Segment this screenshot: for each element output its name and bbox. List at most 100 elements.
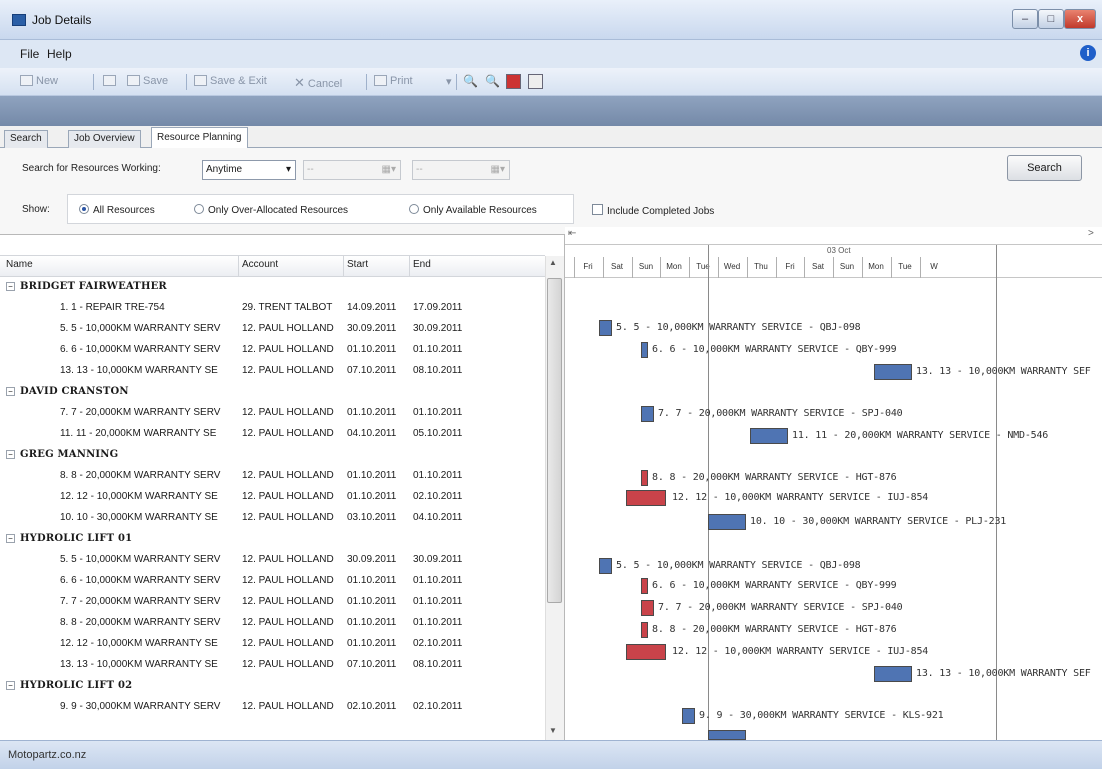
table-row[interactable]: 10. 10 - 30,000KM WARRANTY SE 12. PAUL HO… <box>0 508 545 529</box>
cell-start: 01.10.2011 <box>347 407 397 418</box>
cell-name: 13. 13 - 10,000KM WARRANTY SE <box>60 659 218 670</box>
table-row[interactable]: 9. 9 - 30,000KM WARRANTY SERV 12. PAUL HO… <box>0 697 545 718</box>
menu-help[interactable]: Help <box>47 47 72 61</box>
zoom-out-icon[interactable]: 🔍 <box>485 74 500 89</box>
new-label: New <box>36 75 59 87</box>
table-row[interactable]: 13. 13 - 10,000KM WARRANTY SE 12. PAUL HO… <box>0 361 545 382</box>
tab-search[interactable]: Search <box>4 130 48 148</box>
group-row[interactable]: − BRIDGET FAIRWEATHER <box>0 277 545 298</box>
date-from-picker[interactable]: -- ▦▾ <box>303 160 401 180</box>
day-label: Sun <box>839 262 855 271</box>
radio-all-resources[interactable]: All Resources <box>79 204 155 216</box>
maximize-button[interactable]: □ <box>1038 9 1064 29</box>
table-row[interactable]: 6. 6 - 10,000KM WARRANTY SERV 12. PAUL HO… <box>0 571 545 592</box>
grid-view-button[interactable] <box>103 75 119 87</box>
table-row[interactable]: 12. 12 - 10,000KM WARRANTY SE 12. PAUL HO… <box>0 487 545 508</box>
print-button[interactable]: Print <box>374 75 413 87</box>
gantt-bar[interactable] <box>641 470 648 486</box>
group-row[interactable]: − HYDROLIC LIFT 02 <box>0 676 545 697</box>
table-row[interactable]: 8. 8 - 20,000KM WARRANTY SERV 12. PAUL HO… <box>0 613 545 634</box>
tab-job-overview[interactable]: Job Overview <box>68 130 141 148</box>
collapse-icon[interactable]: − <box>6 282 15 291</box>
gantt-bar[interactable] <box>641 342 648 358</box>
scroll-right-icon[interactable]: > <box>1088 228 1094 239</box>
cancel-button[interactable]: ✕ Cancel <box>294 75 342 91</box>
group-row[interactable]: − GREG MANNING <box>0 445 545 466</box>
table-row[interactable]: 7. 7 - 20,000KM WARRANTY SERV 12. PAUL HO… <box>0 403 545 424</box>
include-completed-checkbox[interactable]: Include Completed Jobs <box>592 204 714 217</box>
search-button[interactable]: Search <box>1007 155 1082 181</box>
scroll-left-icon[interactable]: ⇤ <box>568 228 576 239</box>
collapse-icon[interactable]: − <box>6 681 15 690</box>
status-text: Motopartz.co.nz <box>8 749 87 761</box>
save-exit-button[interactable]: Save & Exit <box>194 75 267 87</box>
table-row[interactable]: 5. 5 - 10,000KM WARRANTY SERV 12. PAUL HO… <box>0 550 545 571</box>
gantt-bar[interactable] <box>682 708 695 724</box>
save-button[interactable]: Save <box>127 75 168 87</box>
gantt-bar[interactable] <box>641 406 654 422</box>
gantt-bar[interactable] <box>641 600 654 616</box>
table-row[interactable]: 1. 1 - REPAIR TRE-754 29. TRENT TALBOT 14.… <box>0 298 545 319</box>
cell-name: 6. 6 - 10,000KM WARRANTY SERV <box>60 575 221 586</box>
table-row[interactable]: 7. 7 - 20,000KM WARRANTY SERV 12. PAUL HO… <box>0 592 545 613</box>
menu-file[interactable]: File <box>20 47 39 61</box>
cell-start: 01.10.2011 <box>347 617 397 628</box>
radio-available[interactable]: Only Available Resources <box>409 204 537 216</box>
cell-start: 01.10.2011 <box>347 344 397 355</box>
gantt-bar[interactable] <box>599 320 612 336</box>
gantt-bar[interactable] <box>626 490 666 506</box>
cell-name: 11. 11 - 20,000KM WARRANTY SE <box>60 428 217 439</box>
radio-over-allocated[interactable]: Only Over-Allocated Resources <box>194 204 348 216</box>
table-row[interactable]: 5. 5 - 10,000KM WARRANTY SERV 12. PAUL HO… <box>0 319 545 340</box>
date-to-picker[interactable]: -- ▦▾ <box>412 160 510 180</box>
title-bar <box>0 0 1102 40</box>
gantt-bar[interactable] <box>641 578 648 594</box>
scrollbar-thumb[interactable] <box>547 278 562 603</box>
gantt-bar[interactable] <box>874 364 912 380</box>
gantt-bar[interactable] <box>599 558 612 574</box>
day-label: Sat <box>610 262 623 271</box>
export-pdf-icon[interactable] <box>506 74 521 89</box>
group-row[interactable]: − HYDROLIC LIFT 01 <box>0 529 545 550</box>
gantt-bar-label: 7. 7 - 20,000KM WARRANTY SERVICE - SPJ-0… <box>658 408 903 419</box>
table-row[interactable]: 6. 6 - 10,000KM WARRANTY SERV 12. PAUL HO… <box>0 340 545 361</box>
group-name: − DAVID CRANSTON <box>6 386 129 397</box>
minimize-button[interactable]: – <box>1012 9 1038 29</box>
column-header-name[interactable]: Name <box>6 259 33 270</box>
zoom-in-icon[interactable]: 🔍 <box>463 74 478 89</box>
tab-resource-planning[interactable]: Resource Planning <box>151 127 248 149</box>
gantt-bar[interactable] <box>708 514 746 530</box>
cell-name: 6. 6 - 10,000KM WARRANTY SERV <box>60 344 221 355</box>
gantt-bar[interactable] <box>626 644 666 660</box>
gantt-bar[interactable] <box>708 730 746 740</box>
table-row[interactable]: 12. 12 - 10,000KM WARRANTY SE 12. PAUL HO… <box>0 634 545 655</box>
cell-end: 02.10.2011 <box>413 638 463 649</box>
gantt-bar[interactable] <box>874 666 912 682</box>
anytime-dropdown[interactable]: Anytime ▾ <box>202 160 296 180</box>
gantt-bar[interactable] <box>750 428 788 444</box>
collapse-icon[interactable]: − <box>6 534 15 543</box>
cell-start: 03.10.2011 <box>347 512 397 523</box>
close-button[interactable]: x <box>1064 9 1096 29</box>
scroll-down-icon[interactable]: ▼ <box>549 726 557 735</box>
group-label: HYDROLIC LIFT 01 <box>20 533 133 544</box>
group-row[interactable]: − DAVID CRANSTON <box>0 382 545 403</box>
gantt-bar-label: 6. 6 - 10,000KM WARRANTY SERVICE - QBY-9… <box>652 344 897 355</box>
cell-name: 5. 5 - 10,000KM WARRANTY SERV <box>60 323 221 334</box>
collapse-icon[interactable]: − <box>6 450 15 459</box>
radio-over-label: Only Over-Allocated Resources <box>208 205 349 216</box>
print-preview-icon[interactable] <box>528 74 543 89</box>
new-button[interactable]: New <box>20 75 58 87</box>
print-dropdown-icon[interactable]: ▾ <box>446 75 452 88</box>
collapse-icon[interactable]: − <box>6 387 15 396</box>
column-header-start[interactable]: Start <box>347 259 368 270</box>
table-row[interactable]: 13. 13 - 10,000KM WARRANTY SE 12. PAUL HO… <box>0 655 545 676</box>
scroll-up-icon[interactable]: ▲ <box>549 258 557 267</box>
gantt-bar[interactable] <box>641 622 648 638</box>
column-header-account[interactable]: Account <box>242 259 278 270</box>
table-row[interactable]: 11. 11 - 20,000KM WARRANTY SE 12. PAUL HO… <box>0 424 545 445</box>
info-icon[interactable]: i <box>1080 45 1096 61</box>
gantt-bar-label: 6. 6 - 10,000KM WARRANTY SERVICE - QBY-9… <box>652 580 897 591</box>
column-header-end[interactable]: End <box>413 259 431 270</box>
table-row[interactable]: 8. 8 - 20,000KM WARRANTY SERV 12. PAUL HO… <box>0 466 545 487</box>
